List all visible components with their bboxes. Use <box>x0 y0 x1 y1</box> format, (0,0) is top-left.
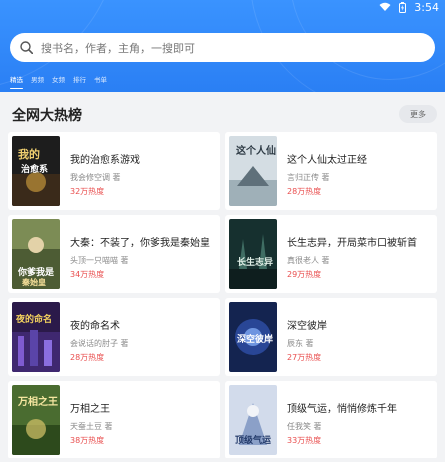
category-tabs: 精选 男频 女频 排行 书单 <box>6 72 111 89</box>
svg-text:深空彼岸: 深空彼岸 <box>237 333 273 345</box>
tab-featured[interactable]: 精选 <box>6 74 27 89</box>
book-cover: 顶级气运 <box>229 385 277 455</box>
search-icon <box>20 41 33 54</box>
book-card[interactable]: 顶级气运 顶级气运，悄悄修炼千年 任我笑 著 33万热度 <box>225 381 437 459</box>
book-grid: 我的 治愈系 我的治愈系游戏 我会修空调 著 32万热度 这个人仙 这个人仙太过… <box>8 132 437 459</box>
bottom-spacer <box>0 458 445 462</box>
status-bar: 3:54 <box>0 0 445 14</box>
book-author: 辰东 著 <box>287 339 314 348</box>
book-title: 深空彼岸 <box>287 321 327 332</box>
book-cover: 夜的命名 <box>12 302 60 372</box>
book-card[interactable]: 长生志异 长生志异，开局菜市口被斩首 真很老人 著 29万热度 <box>225 215 437 293</box>
svg-text:夜的命名: 夜的命名 <box>15 313 52 325</box>
svg-text:我的: 我的 <box>18 147 40 161</box>
book-title: 顶级气运，悄悄修炼千年 <box>287 404 397 415</box>
book-title: 万相之王 <box>70 404 110 415</box>
book-author: 我会修空调 著 <box>70 173 121 182</box>
svg-text:万相之王: 万相之王 <box>17 395 58 408</box>
svg-text:顶级气运: 顶级气运 <box>235 434 272 446</box>
book-cover: 万相之王 <box>12 385 60 455</box>
book-author: 天蚕土豆 著 <box>70 422 113 431</box>
tab-booklist[interactable]: 书单 <box>90 74 111 84</box>
svg-text:治愈系: 治愈系 <box>21 163 48 175</box>
battery-icon <box>399 1 407 13</box>
book-author: 任我笑 著 <box>287 422 322 431</box>
book-author: 会说话的肘子 著 <box>70 339 129 348</box>
tab-female[interactable]: 女频 <box>48 74 69 84</box>
book-cover: 深空彼岸 <box>229 302 277 372</box>
app-header: 3:54 搜书名，作者，主角，一搜即可 精选 男频 女频 排行 书单 <box>0 0 445 92</box>
svg-text:长生志异: 长生志异 <box>237 256 273 268</box>
book-card[interactable]: 夜的命名 夜的命名术 会说话的肘子 著 28万热度 <box>8 298 220 376</box>
book-card[interactable]: 我的 治愈系 我的治愈系游戏 我会修空调 著 32万热度 <box>8 132 220 210</box>
book-heat: 28万热度 <box>70 353 105 362</box>
svg-text:你爹我是: 你爹我是 <box>17 266 55 278</box>
book-heat: 29万热度 <box>287 270 322 279</box>
book-heat: 32万热度 <box>70 187 105 196</box>
book-author: 言归正传 著 <box>287 173 330 182</box>
book-card[interactable]: 你爹我是 秦始皇 大秦：不装了，你爹我是秦始皇 头顶一只喵喵 著 34万热度 <box>8 215 220 293</box>
wifi-icon <box>379 2 391 11</box>
book-author: 头顶一只喵喵 著 <box>70 256 129 265</box>
svg-text:秦始皇: 秦始皇 <box>21 277 46 287</box>
book-heat: 28万热度 <box>287 187 322 196</box>
section-header: 全网大热榜 <box>0 92 445 132</box>
book-cover: 我的 治愈系 <box>12 136 60 206</box>
svg-text:这个人仙: 这个人仙 <box>236 144 276 157</box>
book-author: 真很老人 著 <box>287 256 330 265</box>
book-card[interactable]: 深空彼岸 深空彼岸 辰东 著 27万热度 <box>225 298 437 376</box>
book-title: 这个人仙太过正经 <box>287 155 367 166</box>
book-title: 夜的命名术 <box>70 321 120 332</box>
book-heat: 34万热度 <box>70 270 105 279</box>
book-title: 我的治愈系游戏 <box>70 155 140 166</box>
book-heat: 27万热度 <box>287 353 322 362</box>
search-input[interactable]: 搜书名，作者，主角，一搜即可 <box>10 33 435 62</box>
book-title: 大秦：不装了，你爹我是秦始皇 <box>70 238 210 249</box>
book-heat: 38万热度 <box>70 436 105 445</box>
book-card[interactable]: 万相之王 万相之王 天蚕土豆 著 38万热度 <box>8 381 220 459</box>
status-time: 3:54 <box>414 0 439 14</box>
book-title: 长生志异，开局菜市口被斩首 <box>287 238 417 249</box>
more-button[interactable]: 更多 <box>399 105 437 123</box>
book-heat: 33万热度 <box>287 436 322 445</box>
book-cover: 这个人仙 <box>229 136 277 206</box>
section-title: 全网大热榜 <box>12 108 82 124</box>
search-placeholder: 搜书名，作者，主角，一搜即可 <box>41 41 195 55</box>
book-cover: 你爹我是 秦始皇 <box>12 219 60 289</box>
book-card[interactable]: 这个人仙 这个人仙太过正经 言归正传 著 28万热度 <box>225 132 437 210</box>
book-cover: 长生志异 <box>229 219 277 289</box>
tab-male[interactable]: 男频 <box>27 74 48 84</box>
tab-ranking[interactable]: 排行 <box>69 74 90 84</box>
